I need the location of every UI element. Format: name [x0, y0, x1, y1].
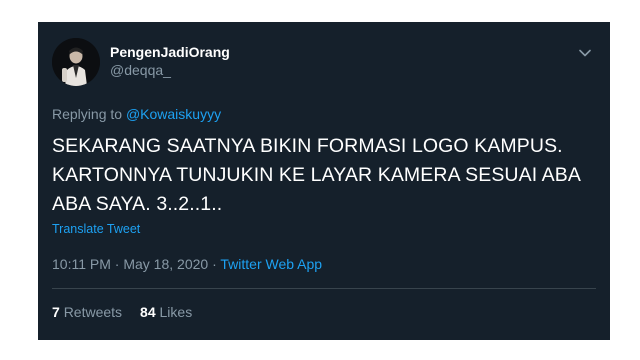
avatar[interactable] — [52, 38, 100, 86]
tweet-menu-button[interactable] — [574, 42, 596, 64]
display-name[interactable]: PengenJadiOrang — [110, 43, 230, 61]
reply-prefix: Replying to — [52, 106, 123, 122]
likes-label: Likes — [159, 304, 193, 320]
avatar-photo — [52, 38, 100, 86]
tweet-header: PengenJadiOrang @deqqa_ — [52, 38, 596, 88]
tweet-text: SEKARANG SAATNYA BIKIN FORMASI LOGO KAMP… — [52, 132, 600, 219]
retweets-count: 7 — [52, 304, 60, 320]
tweet-source-link[interactable]: Twitter Web App — [220, 256, 322, 272]
tweet-text-line: SEKARANG SAATNYA BIKIN FORMASI LOGO KAMP… — [52, 135, 563, 157]
tweet-stats: 7 Retweets 84 Likes — [52, 304, 192, 320]
tweet-meta: 10:11 PM · May 18, 2020 · Twitter Web Ap… — [52, 256, 322, 272]
translate-tweet-link[interactable]: Translate Tweet — [52, 222, 140, 236]
meta-separator: · — [212, 256, 217, 272]
user-block: PengenJadiOrang @deqqa_ — [110, 43, 230, 79]
tweet-card: PengenJadiOrang @deqqa_ Replying to @Kow… — [38, 22, 610, 340]
tweet-text-line: KARTONNYA TUNJUKIN KE LAYAR KAMERA SESUA… — [52, 164, 582, 186]
reply-mention-link[interactable]: @Kowaiskuyyy — [126, 106, 221, 122]
tweet-text-line: ABA SAYA. 3..2..1.. — [52, 193, 223, 215]
user-handle[interactable]: @deqqa_ — [110, 61, 230, 79]
likes-count: 84 — [140, 304, 156, 320]
likes-stat[interactable]: 84 Likes — [140, 304, 192, 320]
chevron-down-icon — [579, 49, 591, 57]
reply-context: Replying to @Kowaiskuyyy — [52, 106, 221, 122]
meta-separator: · — [114, 256, 120, 272]
tweet-time[interactable]: 10:11 PM — [52, 256, 111, 272]
retweets-label: Retweets — [63, 304, 123, 320]
divider — [52, 288, 596, 289]
retweets-stat[interactable]: 7 Retweets — [52, 304, 122, 320]
tweet-date[interactable]: May 18, 2020 — [123, 256, 208, 272]
